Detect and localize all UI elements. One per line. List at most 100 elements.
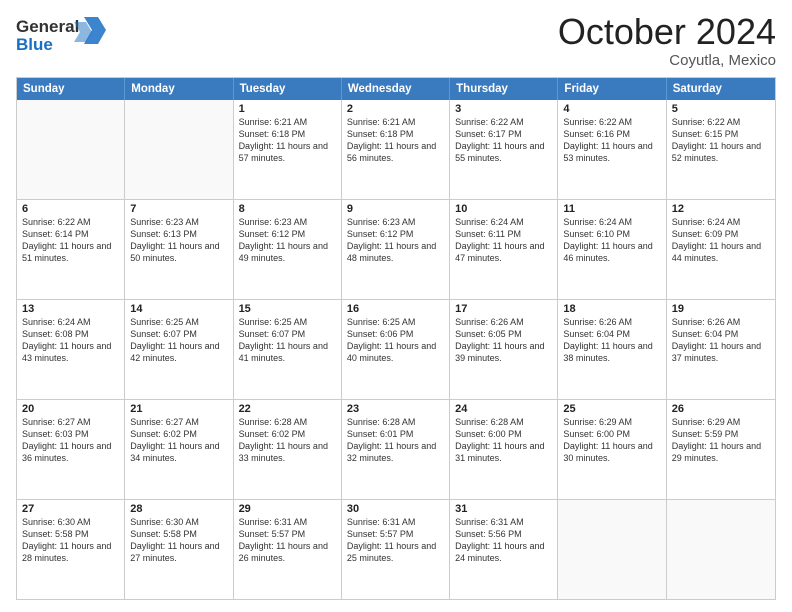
weekday-header-monday: Monday: [125, 78, 233, 100]
day-cell-15: 15Sunrise: 6:25 AMSunset: 6:07 PMDayligh…: [234, 300, 342, 399]
day-number: 27: [22, 503, 119, 515]
day-cell-16: 16Sunrise: 6:25 AMSunset: 6:06 PMDayligh…: [342, 300, 450, 399]
day-cell-10: 10Sunrise: 6:24 AMSunset: 6:11 PMDayligh…: [450, 200, 558, 299]
day-number: 20: [22, 403, 119, 415]
day-cell-25: 25Sunrise: 6:29 AMSunset: 6:00 PMDayligh…: [558, 400, 666, 499]
day-cell-6: 6Sunrise: 6:22 AMSunset: 6:14 PMDaylight…: [17, 200, 125, 299]
day-cell-23: 23Sunrise: 6:28 AMSunset: 6:01 PMDayligh…: [342, 400, 450, 499]
day-info: Sunrise: 6:23 AMSunset: 6:13 PMDaylight:…: [130, 216, 227, 265]
day-info: Sunrise: 6:23 AMSunset: 6:12 PMDaylight:…: [347, 216, 444, 265]
day-number: 16: [347, 303, 444, 315]
title-location: Coyutla, Mexico: [558, 52, 776, 69]
day-number: 5: [672, 103, 770, 115]
weekday-header-wednesday: Wednesday: [342, 78, 450, 100]
day-cell-1: 1Sunrise: 6:21 AMSunset: 6:18 PMDaylight…: [234, 100, 342, 199]
day-number: 17: [455, 303, 552, 315]
day-number: 13: [22, 303, 119, 315]
day-info: Sunrise: 6:24 AMSunset: 6:10 PMDaylight:…: [563, 216, 660, 265]
day-cell-19: 19Sunrise: 6:26 AMSunset: 6:04 PMDayligh…: [667, 300, 775, 399]
logo: General Blue: [16, 12, 106, 59]
day-number: 26: [672, 403, 770, 415]
day-cell-8: 8Sunrise: 6:23 AMSunset: 6:12 PMDaylight…: [234, 200, 342, 299]
day-info: Sunrise: 6:28 AMSunset: 6:00 PMDaylight:…: [455, 416, 552, 465]
day-number: 22: [239, 403, 336, 415]
day-info: Sunrise: 6:24 AMSunset: 6:08 PMDaylight:…: [22, 316, 119, 365]
logo-svg: General Blue: [16, 12, 106, 54]
calendar-week-2: 6Sunrise: 6:22 AMSunset: 6:14 PMDaylight…: [17, 200, 775, 300]
day-info: Sunrise: 6:29 AMSunset: 5:59 PMDaylight:…: [672, 416, 770, 465]
day-info: Sunrise: 6:28 AMSunset: 6:01 PMDaylight:…: [347, 416, 444, 465]
day-cell-11: 11Sunrise: 6:24 AMSunset: 6:10 PMDayligh…: [558, 200, 666, 299]
day-number: 12: [672, 203, 770, 215]
day-cell-31: 31Sunrise: 6:31 AMSunset: 5:56 PMDayligh…: [450, 500, 558, 599]
day-info: Sunrise: 6:31 AMSunset: 5:57 PMDaylight:…: [347, 516, 444, 565]
calendar-week-4: 20Sunrise: 6:27 AMSunset: 6:03 PMDayligh…: [17, 400, 775, 500]
day-number: 1: [239, 103, 336, 115]
day-number: 15: [239, 303, 336, 315]
day-number: 3: [455, 103, 552, 115]
day-info: Sunrise: 6:24 AMSunset: 6:09 PMDaylight:…: [672, 216, 770, 265]
weekday-header-tuesday: Tuesday: [234, 78, 342, 100]
day-cell-17: 17Sunrise: 6:26 AMSunset: 6:05 PMDayligh…: [450, 300, 558, 399]
day-cell-29: 29Sunrise: 6:31 AMSunset: 5:57 PMDayligh…: [234, 500, 342, 599]
day-number: 29: [239, 503, 336, 515]
day-number: 10: [455, 203, 552, 215]
weekday-header-thursday: Thursday: [450, 78, 558, 100]
day-info: Sunrise: 6:27 AMSunset: 6:02 PMDaylight:…: [130, 416, 227, 465]
day-info: Sunrise: 6:22 AMSunset: 6:14 PMDaylight:…: [22, 216, 119, 265]
weekday-header-friday: Friday: [558, 78, 666, 100]
day-info: Sunrise: 6:28 AMSunset: 6:02 PMDaylight:…: [239, 416, 336, 465]
day-number: 19: [672, 303, 770, 315]
day-cell-26: 26Sunrise: 6:29 AMSunset: 5:59 PMDayligh…: [667, 400, 775, 499]
day-cell-3: 3Sunrise: 6:22 AMSunset: 6:17 PMDaylight…: [450, 100, 558, 199]
day-info: Sunrise: 6:31 AMSunset: 5:56 PMDaylight:…: [455, 516, 552, 565]
day-cell-13: 13Sunrise: 6:24 AMSunset: 6:08 PMDayligh…: [17, 300, 125, 399]
day-number: 30: [347, 503, 444, 515]
day-cell-21: 21Sunrise: 6:27 AMSunset: 6:02 PMDayligh…: [125, 400, 233, 499]
day-cell-30: 30Sunrise: 6:31 AMSunset: 5:57 PMDayligh…: [342, 500, 450, 599]
day-info: Sunrise: 6:21 AMSunset: 6:18 PMDaylight:…: [239, 116, 336, 165]
day-number: 4: [563, 103, 660, 115]
day-number: 21: [130, 403, 227, 415]
day-cell-22: 22Sunrise: 6:28 AMSunset: 6:02 PMDayligh…: [234, 400, 342, 499]
day-number: 28: [130, 503, 227, 515]
day-info: Sunrise: 6:31 AMSunset: 5:57 PMDaylight:…: [239, 516, 336, 565]
day-info: Sunrise: 6:26 AMSunset: 6:05 PMDaylight:…: [455, 316, 552, 365]
day-info: Sunrise: 6:29 AMSunset: 6:00 PMDaylight:…: [563, 416, 660, 465]
day-info: Sunrise: 6:27 AMSunset: 6:03 PMDaylight:…: [22, 416, 119, 465]
day-info: Sunrise: 6:22 AMSunset: 6:17 PMDaylight:…: [455, 116, 552, 165]
day-cell-9: 9Sunrise: 6:23 AMSunset: 6:12 PMDaylight…: [342, 200, 450, 299]
day-cell-7: 7Sunrise: 6:23 AMSunset: 6:13 PMDaylight…: [125, 200, 233, 299]
day-number: 18: [563, 303, 660, 315]
day-cell-12: 12Sunrise: 6:24 AMSunset: 6:09 PMDayligh…: [667, 200, 775, 299]
day-info: Sunrise: 6:26 AMSunset: 6:04 PMDaylight:…: [563, 316, 660, 365]
title-month: October 2024: [558, 12, 776, 52]
day-info: Sunrise: 6:26 AMSunset: 6:04 PMDaylight:…: [672, 316, 770, 365]
day-info: Sunrise: 6:30 AMSunset: 5:58 PMDaylight:…: [22, 516, 119, 565]
title-area: October 2024 Coyutla, Mexico: [558, 12, 776, 69]
day-number: 14: [130, 303, 227, 315]
day-info: Sunrise: 6:30 AMSunset: 5:58 PMDaylight:…: [130, 516, 227, 565]
day-number: 8: [239, 203, 336, 215]
day-info: Sunrise: 6:25 AMSunset: 6:06 PMDaylight:…: [347, 316, 444, 365]
empty-cell: [125, 100, 233, 199]
page: General Blue October 2024 Coyutla, Mexic…: [0, 0, 792, 612]
day-info: Sunrise: 6:25 AMSunset: 6:07 PMDaylight:…: [239, 316, 336, 365]
day-cell-14: 14Sunrise: 6:25 AMSunset: 6:07 PMDayligh…: [125, 300, 233, 399]
calendar-week-1: 1Sunrise: 6:21 AMSunset: 6:18 PMDaylight…: [17, 100, 775, 200]
day-number: 11: [563, 203, 660, 215]
day-info: Sunrise: 6:22 AMSunset: 6:15 PMDaylight:…: [672, 116, 770, 165]
day-info: Sunrise: 6:24 AMSunset: 6:11 PMDaylight:…: [455, 216, 552, 265]
weekday-header-sunday: Sunday: [17, 78, 125, 100]
day-number: 31: [455, 503, 552, 515]
day-cell-18: 18Sunrise: 6:26 AMSunset: 6:04 PMDayligh…: [558, 300, 666, 399]
day-number: 24: [455, 403, 552, 415]
day-cell-4: 4Sunrise: 6:22 AMSunset: 6:16 PMDaylight…: [558, 100, 666, 199]
day-cell-2: 2Sunrise: 6:21 AMSunset: 6:18 PMDaylight…: [342, 100, 450, 199]
empty-cell: [17, 100, 125, 199]
day-cell-20: 20Sunrise: 6:27 AMSunset: 6:03 PMDayligh…: [17, 400, 125, 499]
calendar-week-5: 27Sunrise: 6:30 AMSunset: 5:58 PMDayligh…: [17, 500, 775, 599]
day-info: Sunrise: 6:25 AMSunset: 6:07 PMDaylight:…: [130, 316, 227, 365]
svg-text:General: General: [16, 17, 79, 36]
day-info: Sunrise: 6:22 AMSunset: 6:16 PMDaylight:…: [563, 116, 660, 165]
